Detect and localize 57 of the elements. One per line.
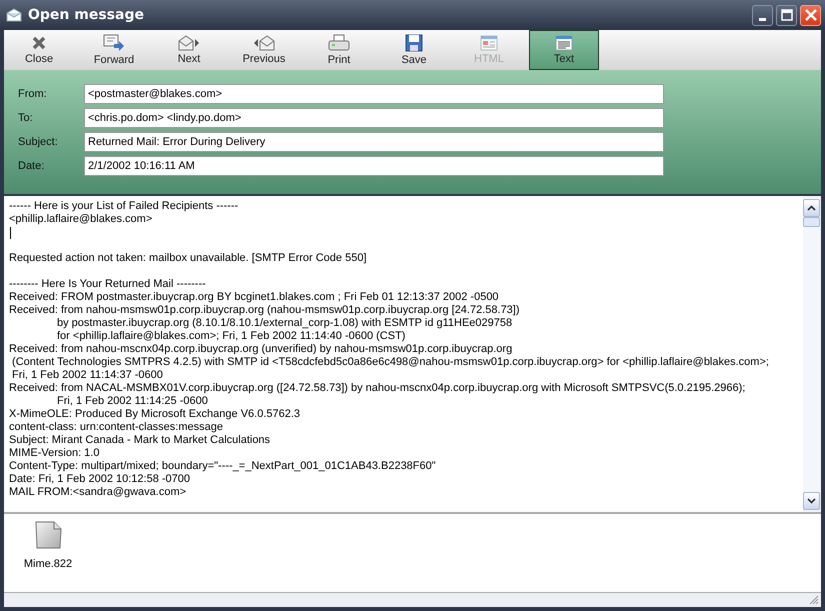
x-icon — [31, 35, 47, 51]
text-line: Subject: Mirant Canada - Mark to Market Calculations — [9, 434, 272, 447]
web-page-icon — [480, 35, 498, 51]
envelope-icon — [6, 8, 22, 22]
printer-icon — [328, 34, 350, 52]
text-line: Content-Type: multipart/mixed; boundary="----_=_NextPart_001_01C1AB43.B2238F60" — [9, 460, 437, 473]
text-line: ------ Here is your List of Failed Recipients ------ — [9, 200, 240, 213]
close-button[interactable] — [800, 4, 821, 26]
text-line: Received: from nahou-msmsw01p.corp.ibuycrap.org (nahou-msmsw01p.corp.ibuycrap.org [24.72.58.73]) — [9, 304, 521, 317]
field-label: Date: — [18, 160, 46, 172]
field-label: To: — [18, 112, 34, 124]
text-line: Fri, 1 Feb 2002 11:14:25 -0600 — [56, 395, 209, 408]
envelope-icon — [253, 35, 275, 51]
text-line: Received: from NACAL-MSMBX01V.corp.ibuycrap.org ([24.72.58.73]) by nahou-mscnx04p.corp.ibuycrap.org with Microsoft SMTPSVC(5.0.2195.2966); — [9, 382, 746, 395]
toolbar-button[interactable]: Next — [154, 30, 224, 70]
text-line: X-MimeOLE: Produced By Microsoft Exchange V6.0.5762.3 — [9, 408, 302, 421]
minimize-icon — [759, 18, 766, 20]
input-field[interactable]: Returned Mail: Error During Delivery — [84, 132, 664, 152]
toolbar-button[interactable]: Save — [379, 30, 449, 70]
text-line: MAIL FROM:<sandra@gwava.com> — [9, 486, 188, 499]
text-line: MIME-Version: 1.0 — [9, 447, 100, 460]
text-line: content-class: urn:content-classes:message — [9, 421, 224, 434]
text-line: Requested action not taken: mailbox unavailable. [SMTP Error Code 550] — [9, 252, 368, 265]
input-field[interactable]: <chris.po.dom> <lindy.po.dom> — [84, 108, 664, 128]
close-icon — [804, 9, 816, 21]
toolbar-button[interactable]: Print — [304, 30, 374, 70]
toolbar-button[interactable]: Forward — [79, 30, 149, 70]
scroll-down-button[interactable] — [803, 492, 820, 510]
toolbar-button[interactable]: Close — [4, 30, 74, 70]
text-line: Received: from nahou-mscnx04p.corp.ibuycrap.org (unverified) by nahou-msmsw01p.corp.ibuycrap.org — [9, 343, 514, 356]
resize-grip-icon[interactable] — [809, 595, 819, 605]
field-label: From: — [18, 88, 48, 100]
text-line: Received: FROM postmaster.ibuycrap.org BY bcginet1.blakes.com ; Fri Feb 01 12:13:37 2002 -0500 — [9, 291, 500, 304]
envelope-icon — [178, 35, 200, 51]
text-line: -------- Here Is Your Returned Mail -------- — [9, 278, 207, 291]
field-label: Subject: — [18, 136, 59, 148]
maximize-icon — [780, 9, 792, 21]
text-line: by postmaster.ibuycrap.org (8.10.1/8.10.1/external_corp-1.08) with ESMTP id g11HEe029758 — [56, 317, 514, 330]
scroll-up-button[interactable] — [803, 199, 820, 217]
scroll-thumb[interactable] — [803, 217, 820, 227]
file-icon — [33, 520, 63, 550]
toolbar-button[interactable]: Previous — [229, 30, 299, 70]
text-line: for <phillip.laflaire@blakes.com>; Fri, 1 Feb 2002 11:14:40 -0600 (CST) — [56, 330, 406, 343]
text-line: (Content Technologies SMTPRS 4.2.5) with SMTP id <T58cdcfebd5c0a86e6c498@nahou-msmsw01p.corp.ibuycrap.org> for <phillip.laflaire@blakes.com>; — [11, 356, 770, 369]
minimize-button[interactable] — [752, 4, 773, 26]
input-field[interactable]: 2/1/2002 10:16:11 AM — [84, 156, 664, 176]
text-line: <phillip.laflaire@blakes.com> — [9, 213, 154, 226]
window-title: Open message — [28, 7, 144, 23]
input-field[interactable]: <postmaster@blakes.com> — [84, 84, 664, 104]
toolbar-button[interactable]: Text — [529, 30, 599, 70]
attachment-name[interactable]: Mime.822 — [24, 558, 72, 570]
scrollbar[interactable] — [803, 196, 821, 512]
forward-icon — [103, 34, 125, 52]
maximize-button[interactable] — [776, 4, 797, 26]
text-line: Date: Fri, 1 Feb 2002 10:12:58 -0700 — [9, 473, 192, 486]
text-line: Fri, 1 Feb 2002 11:14:37 -0600 — [11, 369, 164, 382]
document-window-icon — [555, 35, 573, 51]
